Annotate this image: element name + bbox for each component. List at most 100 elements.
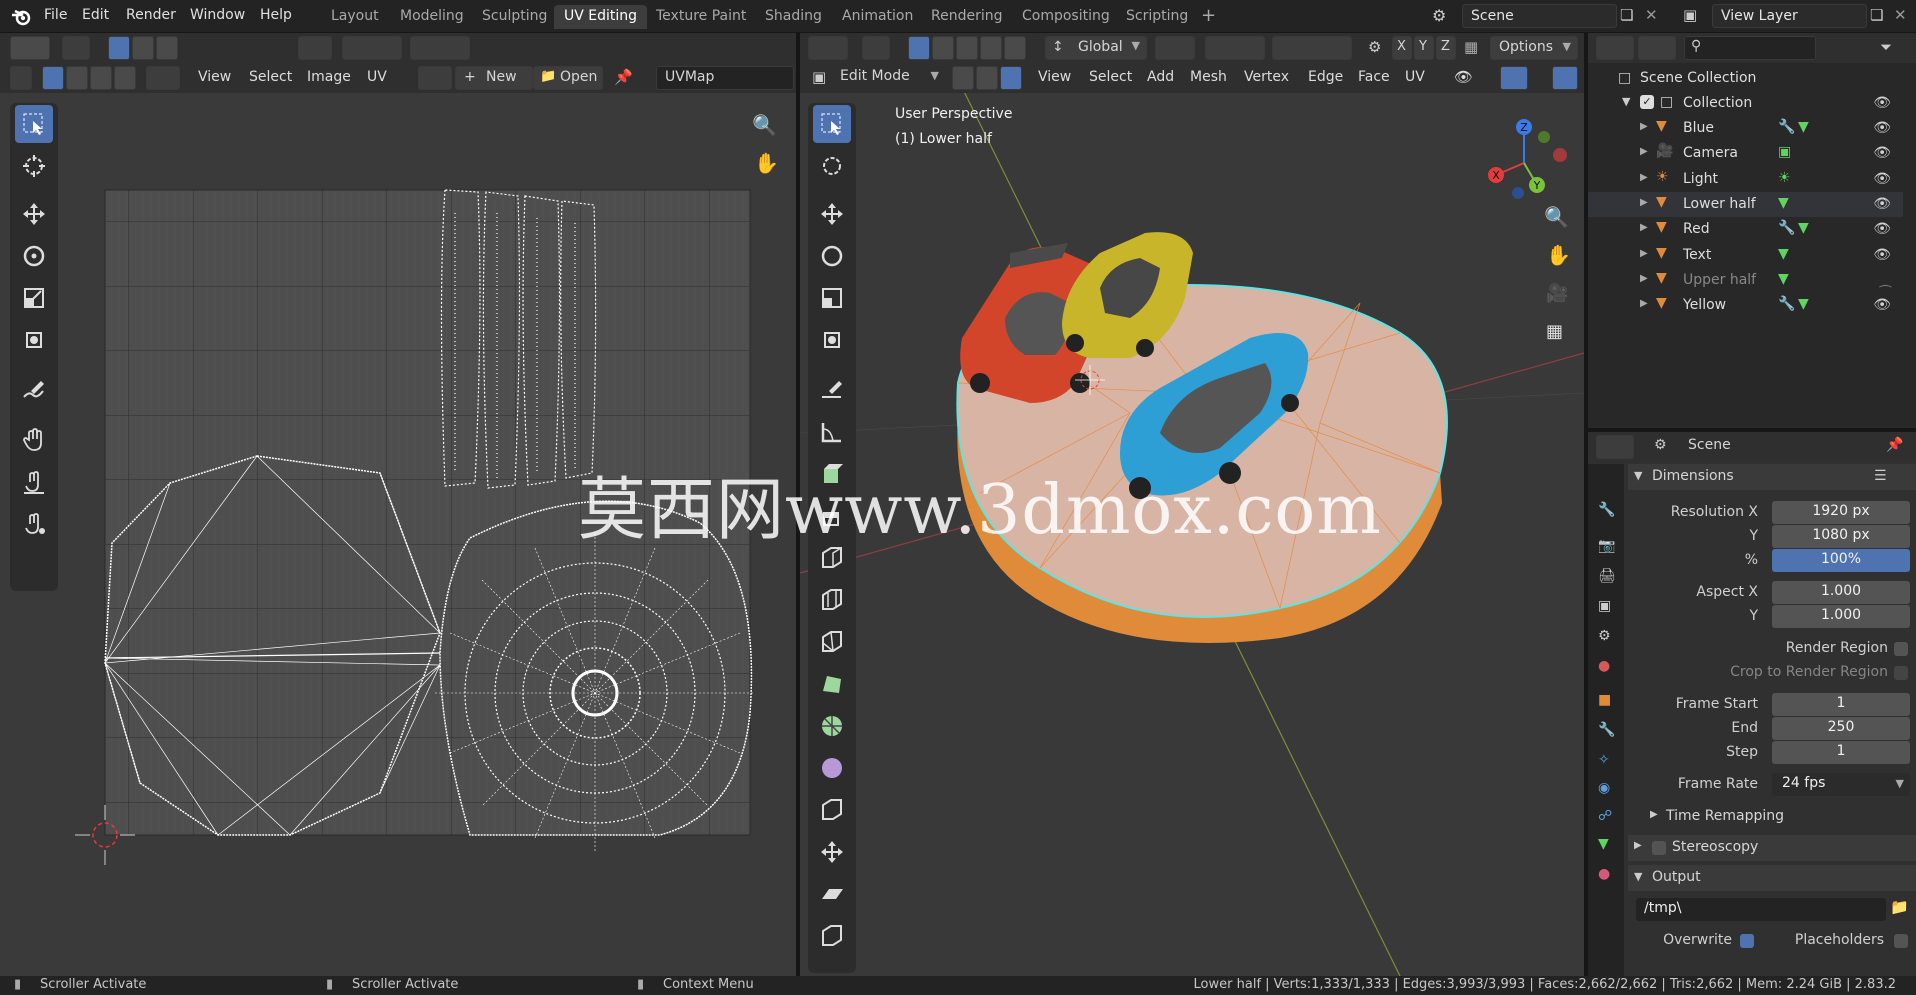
viewport-snap-button[interactable] [1205,36,1265,60]
uv-menu-select[interactable]: Select [249,69,292,85]
outliner-item-camera[interactable]: ▶ 🎥 Camera ▣ 👁 [1588,141,1903,166]
frame-rate-dropdown[interactable]: 24 fps ▼ [1772,773,1910,796]
uv-sync-button[interactable] [10,66,32,90]
output-panel-header[interactable]: ▼ Output [1628,865,1916,891]
expand-arrow-icon[interactable]: ▶ [1640,222,1648,233]
mode-dropdown[interactable]: Edit Mode ▼ [808,66,943,90]
uv-menu-uv[interactable]: UV [367,69,387,85]
outliner-item-lower-half[interactable]: ▶ ▼ Lower half ▼ 👁 [1588,191,1903,217]
mirror-x-button[interactable]: X [1392,36,1412,60]
yellow-data-icon-0[interactable]: 🔧 [1778,296,1795,312]
mirror-y-button[interactable]: Y [1414,36,1434,60]
view-layer-icon[interactable]: ▣ [1683,6,1697,24]
tab-uv-editing[interactable]: UV Editing [554,5,648,29]
viewport-select-tool[interactable] [862,36,890,60]
resolution-x-field[interactable]: 1920 px [1772,501,1910,524]
add-workspace-button[interactable]: + [1201,5,1216,26]
menu-file[interactable]: File [44,7,67,23]
tab-layout[interactable]: Layout [321,5,389,29]
vp-tool-loop-cut[interactable] [813,623,851,661]
data-tab-icon[interactable]: ▼ [1598,836,1609,852]
uv-edge-mode[interactable] [66,66,88,90]
stereoscopy-panel-header[interactable]: ▶ Stereoscopy [1628,835,1916,861]
sticky-select-button[interactable] [146,66,180,90]
ortho-toggle-icon[interactable]: ▦ [1546,321,1563,342]
vp-tool-select[interactable] [813,105,851,143]
viewport-select-invert[interactable] [980,36,1002,60]
viewport-menu-mesh[interactable]: Mesh [1190,69,1227,85]
dimensions-panel-header[interactable]: ▼ Dimensions ☰ [1628,464,1916,490]
viewport-select-subtract[interactable] [956,36,978,60]
mirror-z-button[interactable]: Z [1436,36,1456,60]
viewport-proportional-button[interactable] [1272,36,1352,60]
placeholders-checkbox[interactable] [1894,934,1908,948]
eye-icon[interactable]: 👁 [1873,196,1891,212]
uv-menu-view[interactable]: View [198,69,231,85]
viewport-menu-view[interactable]: View [1038,69,1071,85]
select-mode-extend[interactable] [132,36,154,60]
uv-island-mode[interactable] [114,66,136,90]
outliner-item-text[interactable]: ▶ ▼ Text ▼ 👁 [1588,243,1903,268]
vp-tool-transform[interactable] [813,321,851,359]
vp-tool-measure[interactable] [813,413,851,451]
tab-scripting[interactable]: Scripting [1116,5,1198,29]
options-dropdown[interactable]: Options ▼ [1490,36,1578,60]
stereoscopy-checkbox[interactable] [1652,841,1666,855]
properties-pin-icon[interactable]: 📌 [1886,437,1903,453]
aspect-y-field[interactable]: 1.000 [1772,605,1910,628]
vp-tool-rip[interactable] [813,917,851,955]
edge-select-mode[interactable] [976,66,998,90]
tab-shading[interactable]: Shading [755,5,832,29]
expand-arrow-icon[interactable]: ▶ [1640,298,1648,309]
viewport-menu-add[interactable]: Add [1147,69,1174,85]
presets-icon[interactable]: ☰ [1874,468,1887,484]
vp-tool-rotate[interactable] [813,237,851,275]
vp-tool-shear[interactable] [813,875,851,913]
viewport-select-new[interactable] [908,36,930,60]
uv-canvas[interactable] [0,93,796,976]
select-mode-subtract[interactable] [156,36,178,60]
vertex-select-mode[interactable] [952,66,974,90]
uv-vertex-mode[interactable] [42,66,64,90]
expand-arrow-icon[interactable]: ▶ [1640,121,1648,132]
view-layer-tab-icon[interactable]: ▣ [1598,598,1611,614]
scene-selector[interactable]: Scene [1462,4,1617,28]
outliner-display-mode[interactable] [1638,36,1676,60]
eye-icon[interactable]: 👁 [1873,247,1891,263]
output-tab-icon[interactable]: 🖨 [1598,568,1616,584]
browse-folder-icon[interactable]: 📁 [1890,898,1909,916]
tool-tab-icon[interactable]: 🔧 [1598,502,1615,518]
mirror-icon[interactable]: ⚙ [1368,38,1381,56]
expand-arrow-icon[interactable]: ▶ [1640,248,1648,259]
object-tab-icon[interactable]: ■ [1598,692,1611,708]
outliner-item-light[interactable]: ▶ ☀ Light ☀ 👁 [1588,167,1903,192]
auto-merge-icon[interactable]: ▦ [1464,38,1478,56]
frame-end-field[interactable]: 250 [1772,717,1910,740]
vp-tool-inset[interactable] [813,539,851,577]
light-data-icon-0[interactable]: ☀ [1778,170,1791,186]
menu-help[interactable]: Help [260,7,292,23]
delete-scene-icon[interactable]: ✕ [1645,6,1658,24]
snap-button[interactable] [342,36,402,60]
vp-tool-move[interactable] [813,195,851,233]
tab-modeling[interactable]: Modeling [390,5,474,29]
properties-editor-type[interactable] [1596,435,1634,459]
select-tool-button[interactable] [62,36,90,60]
eye-icon[interactable]: 👁 [1873,171,1891,187]
viewport-scene[interactable] [800,93,1584,976]
eye-icon[interactable]: 👁 [1873,297,1891,313]
pivot-button[interactable] [298,36,332,60]
open-image-button[interactable]: 📁 Open [533,66,603,90]
yellow-data-icon-1[interactable]: ▼ [1798,296,1809,312]
render-region-checkbox[interactable] [1894,642,1908,656]
viewport-menu-edge[interactable]: Edge [1308,69,1343,85]
filter-icon[interactable]: ⏷ [1880,38,1892,56]
render-tab-icon[interactable]: 📷 [1598,538,1615,554]
overwrite-checkbox[interactable] [1740,934,1754,948]
viewport-pan-icon[interactable]: ✋ [1546,243,1571,267]
vp-tool-bevel[interactable] [813,581,851,619]
physics-tab-icon[interactable]: ◉ [1598,780,1610,796]
menu-window[interactable]: Window [190,7,245,23]
visibility-icon[interactable]: 👁 [1454,68,1473,86]
image-browse-button[interactable] [418,66,452,90]
